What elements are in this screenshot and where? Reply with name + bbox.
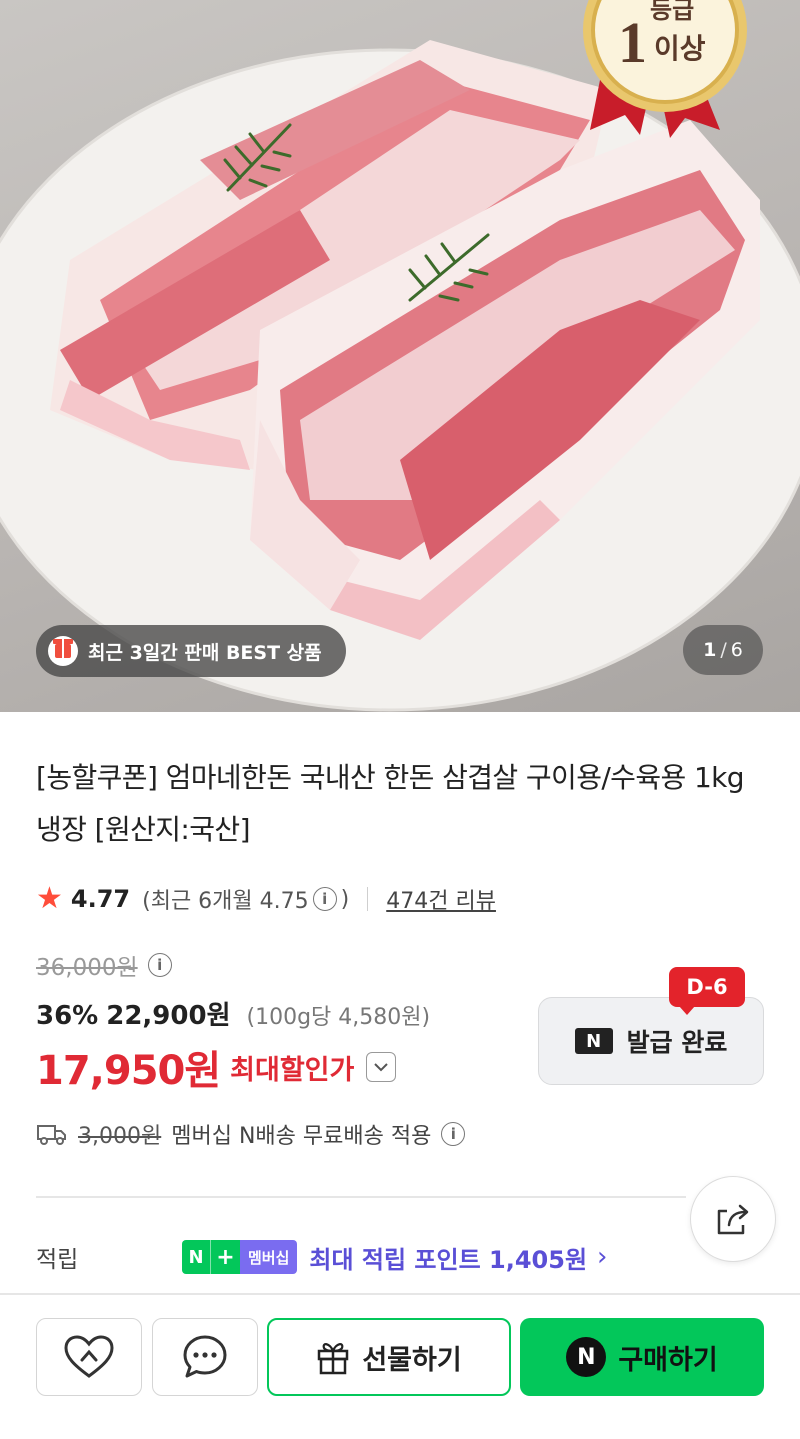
best-seller-text: 최근 3일간 판매 BEST 상품 (88, 641, 322, 664)
counter-separator: / (720, 639, 727, 661)
sale-price: 22,900원 (106, 1001, 231, 1031)
image-counter: 1 / 6 (683, 625, 763, 675)
original-price-row: 36,000원 i (36, 948, 172, 982)
points-text: 최대 적립 포인트 1,405원 (309, 1245, 588, 1274)
buy-button-label: 구매하기 (618, 1344, 718, 1376)
discount-percent: 36% (36, 1001, 99, 1031)
pork-belly-photo: 1 등급 이상 (0, 0, 800, 712)
best-seller-badge: 최근 3일간 판매 BEST 상품 (36, 625, 346, 677)
divider (0, 1293, 800, 1295)
medal-number: 1 (618, 10, 647, 75)
original-price: 36,000원 (36, 955, 138, 981)
share-icon (717, 1204, 749, 1235)
chat-icon (183, 1335, 227, 1378)
buy-button[interactable]: N 구매하기 (520, 1318, 764, 1396)
medal-top-text: 등급 (650, 0, 694, 24)
plus-icon: + (210, 1240, 240, 1274)
chevron-right-icon: › (597, 1242, 608, 1272)
product-title: [농할쿠폰] 엄마네한돈 국내산 한돈 삼겹살 구이용/수육용 1kg 냉장 [… (36, 761, 745, 846)
points-row[interactable]: 적립 N + 멤버십 최대 적립 포인트 1,405원 › (36, 1236, 736, 1278)
star-icon: ★ (36, 881, 63, 916)
gift-button-label: 선물하기 (362, 1344, 462, 1376)
talk-button[interactable] (152, 1318, 258, 1396)
coupon-status: 발급 완료 (626, 1028, 728, 1057)
rating-recent: (최근 6개월 4.75 i ) (142, 883, 349, 915)
shipping-row: 3,000원 멤버십 N배송 무료배송 적용 i (36, 1118, 466, 1150)
counter-total: 6 (730, 639, 743, 661)
best-price-label: 최대할인가 (230, 1054, 355, 1086)
rating-recent-text: (최근 6개월 4.75 (142, 889, 309, 914)
dday-badge: D-6 (669, 967, 745, 1015)
gift-icon (48, 636, 78, 666)
heart-icon (64, 1335, 114, 1378)
info-icon[interactable]: i (312, 887, 337, 911)
membership-badge: N + 멤버십 (182, 1240, 298, 1274)
rating-score: 4.77 (70, 885, 131, 913)
coupon-button[interactable]: N 발급 완료 (538, 997, 764, 1085)
rating-divider (367, 887, 369, 911)
naver-n-icon: N (574, 1028, 613, 1054)
present-icon (318, 1343, 349, 1375)
rating-recent-close: ) (340, 886, 350, 912)
chevron-down-icon[interactable] (366, 1052, 397, 1082)
shipping-text: 멤버십 N배송 무료배송 적용 (171, 1124, 432, 1149)
product-image[interactable]: 1 등급 이상 최근 3일간 판매 BEST 상품 1 / 6 (0, 0, 800, 712)
info-icon[interactable]: i (441, 1122, 466, 1146)
info-icon[interactable]: i (147, 953, 172, 977)
divider (36, 1196, 686, 1198)
truck-icon (37, 1125, 66, 1145)
wishlist-button[interactable] (36, 1318, 142, 1396)
naver-n-icon: N (182, 1240, 210, 1274)
points-label: 적립 (36, 1247, 79, 1273)
rating-row: ★ 4.77 (최근 6개월 4.75 i ) 474건 리뷰 (36, 880, 496, 918)
shipping-old-fee: 3,000원 (78, 1124, 162, 1149)
counter-current: 1 (703, 639, 717, 661)
unit-price: (100g당 4,580원) (246, 1005, 431, 1030)
gift-button[interactable]: 선물하기 (267, 1318, 511, 1396)
review-link[interactable]: 474건 리뷰 (386, 883, 496, 915)
naver-n-icon: N (566, 1337, 607, 1377)
sale-price-row: 36% 22,900원 (100g당 4,580원) (36, 995, 430, 1032)
best-price-row: 17,950원 최대할인가 (36, 1038, 397, 1096)
membership-text: 멤버십 (240, 1240, 298, 1274)
best-price: 17,950원 (36, 1048, 221, 1094)
medal-text: 이상 (654, 32, 706, 65)
